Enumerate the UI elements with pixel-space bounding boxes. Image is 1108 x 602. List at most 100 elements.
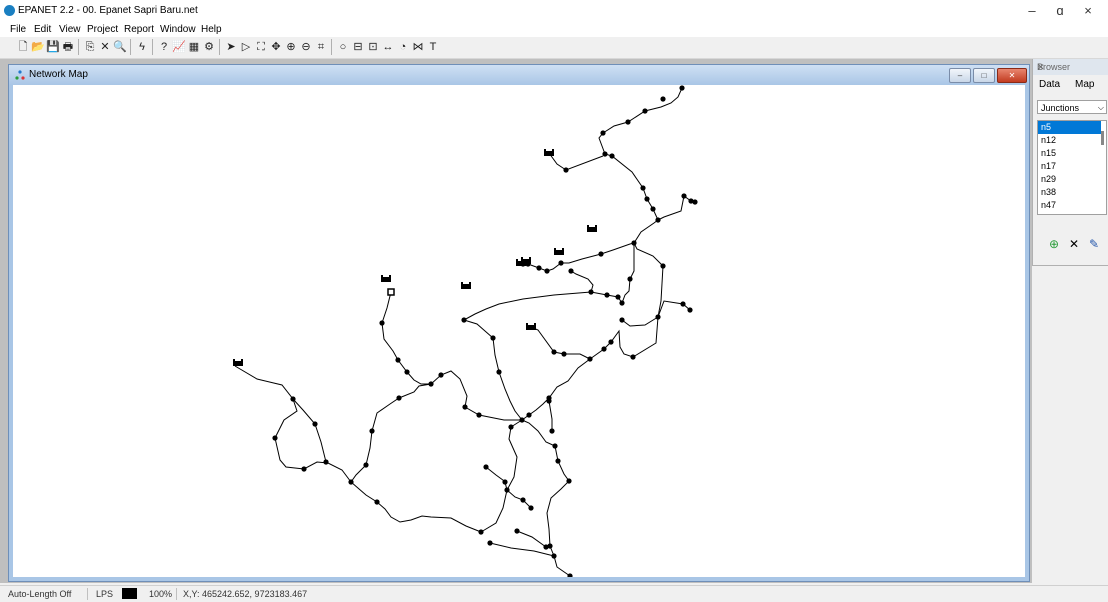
- junction-node[interactable]: [551, 349, 557, 355]
- pipe[interactable]: [350, 383, 432, 483]
- junction-node[interactable]: [566, 478, 572, 484]
- junction-node[interactable]: [487, 540, 493, 546]
- pipe[interactable]: [521, 358, 591, 421]
- query-icon[interactable]: ?: [157, 40, 171, 54]
- junction-node[interactable]: [587, 356, 593, 362]
- junction-node[interactable]: [588, 289, 594, 295]
- junction-node[interactable]: [602, 151, 608, 157]
- reservoir-node[interactable]: [521, 257, 531, 264]
- junction-node[interactable]: [369, 428, 375, 434]
- junction-node[interactable]: [619, 317, 625, 323]
- pipe[interactable]: [657, 195, 685, 221]
- junction-node[interactable]: [363, 462, 369, 468]
- junction-node[interactable]: [660, 96, 666, 102]
- menu-help[interactable]: Help: [201, 24, 222, 35]
- junction-node[interactable]: [536, 265, 542, 271]
- junction-node[interactable]: [348, 479, 354, 485]
- add-pump-icon[interactable]: ◔: [396, 40, 410, 54]
- pipe[interactable]: [548, 400, 553, 431]
- junction-node[interactable]: [561, 351, 567, 357]
- junction-node[interactable]: [680, 301, 686, 307]
- junction-node[interactable]: [692, 199, 698, 205]
- tank-node[interactable]: [387, 288, 395, 296]
- delete-icon[interactable]: ✕: [98, 40, 112, 54]
- full-extent-icon[interactable]: ⌗: [314, 40, 328, 54]
- pipe[interactable]: [463, 291, 592, 321]
- pipe[interactable]: [570, 270, 594, 293]
- reservoir-node[interactable]: [526, 323, 536, 330]
- junction-node[interactable]: [502, 479, 508, 485]
- find-icon[interactable]: 🔍: [113, 40, 127, 54]
- options-icon[interactable]: ⚙: [202, 40, 216, 54]
- junction-node[interactable]: [625, 119, 631, 125]
- network-map-canvas[interactable]: [13, 85, 1025, 579]
- pipe[interactable]: [506, 419, 532, 509]
- close-button[interactable]: ×: [1075, 2, 1101, 20]
- network-diagram[interactable]: [13, 85, 1025, 579]
- junction-node[interactable]: [428, 381, 434, 387]
- junction-node[interactable]: [609, 153, 615, 159]
- junction-node[interactable]: [483, 464, 489, 470]
- junction-node[interactable]: [404, 369, 410, 375]
- junction-node[interactable]: [290, 396, 296, 402]
- junction-node[interactable]: [478, 529, 484, 535]
- junction-node[interactable]: [552, 443, 558, 449]
- pipe[interactable]: [292, 398, 327, 463]
- junction-node[interactable]: [528, 505, 534, 511]
- junction-node[interactable]: [604, 292, 610, 298]
- junction-node[interactable]: [508, 424, 514, 430]
- junction-node[interactable]: [640, 185, 646, 191]
- restore-button[interactable]: ɑ: [1047, 2, 1073, 20]
- junction-node[interactable]: [630, 354, 636, 360]
- junction-node[interactable]: [600, 130, 606, 136]
- list-item[interactable]: n5: [1038, 121, 1101, 134]
- zoom-out-icon[interactable]: ⊖: [299, 40, 313, 54]
- reservoir-node[interactable]: [461, 282, 471, 289]
- junction-node[interactable]: [514, 528, 520, 534]
- delete-object-icon[interactable]: ✕: [1069, 237, 1079, 251]
- junction-node[interactable]: [615, 294, 621, 300]
- menu-project[interactable]: Project: [87, 24, 118, 35]
- junction-node[interactable]: [608, 339, 614, 345]
- junction-node[interactable]: [543, 544, 549, 550]
- list-item[interactable]: n47: [1038, 199, 1106, 212]
- select-object-icon[interactable]: ➤: [224, 40, 238, 54]
- new-file-icon[interactable]: 🗋: [16, 40, 30, 54]
- pipe[interactable]: [548, 152, 604, 171]
- select-vertex-icon[interactable]: ▷: [239, 40, 253, 54]
- junction-node[interactable]: [438, 372, 444, 378]
- junction-node[interactable]: [396, 395, 402, 401]
- reservoir-node[interactable]: [544, 149, 554, 156]
- add-label-icon[interactable]: T: [426, 40, 440, 54]
- junction-node[interactable]: [520, 497, 526, 503]
- list-item[interactable]: n12: [1038, 134, 1106, 147]
- map-minimize-button[interactable]: –: [949, 68, 971, 83]
- junction-node[interactable]: [519, 417, 525, 423]
- pipe[interactable]: [463, 319, 523, 421]
- junction-node[interactable]: [601, 346, 607, 352]
- copy-icon[interactable]: ⎘: [83, 40, 97, 54]
- junction-node[interactable]: [546, 398, 552, 404]
- junction-node[interactable]: [462, 404, 468, 410]
- add-object-icon[interactable]: ⊕: [1049, 237, 1059, 251]
- add-pipe-icon[interactable]: ↔: [381, 40, 395, 54]
- list-item[interactable]: n17: [1038, 160, 1106, 173]
- junction-node[interactable]: [655, 217, 661, 223]
- junction-node[interactable]: [568, 268, 574, 274]
- menu-view[interactable]: View: [59, 24, 81, 35]
- menu-file[interactable]: File: [10, 24, 26, 35]
- junction-node[interactable]: [551, 553, 557, 559]
- junction-node[interactable]: [644, 196, 650, 202]
- junction-node[interactable]: [323, 459, 329, 465]
- menu-report[interactable]: Report: [124, 24, 154, 35]
- junction-node[interactable]: [312, 421, 318, 427]
- pipe[interactable]: [430, 370, 522, 421]
- junction-node[interactable]: [526, 412, 532, 418]
- graph-icon[interactable]: 📈: [172, 40, 186, 54]
- junction-node[interactable]: [660, 263, 666, 269]
- add-tank-icon[interactable]: ⊡: [366, 40, 380, 54]
- junction-node[interactable]: [679, 85, 685, 91]
- object-category-select[interactable]: Junctions ⌵: [1037, 100, 1107, 114]
- junction-node[interactable]: [544, 268, 550, 274]
- junction-node[interactable]: [598, 251, 604, 257]
